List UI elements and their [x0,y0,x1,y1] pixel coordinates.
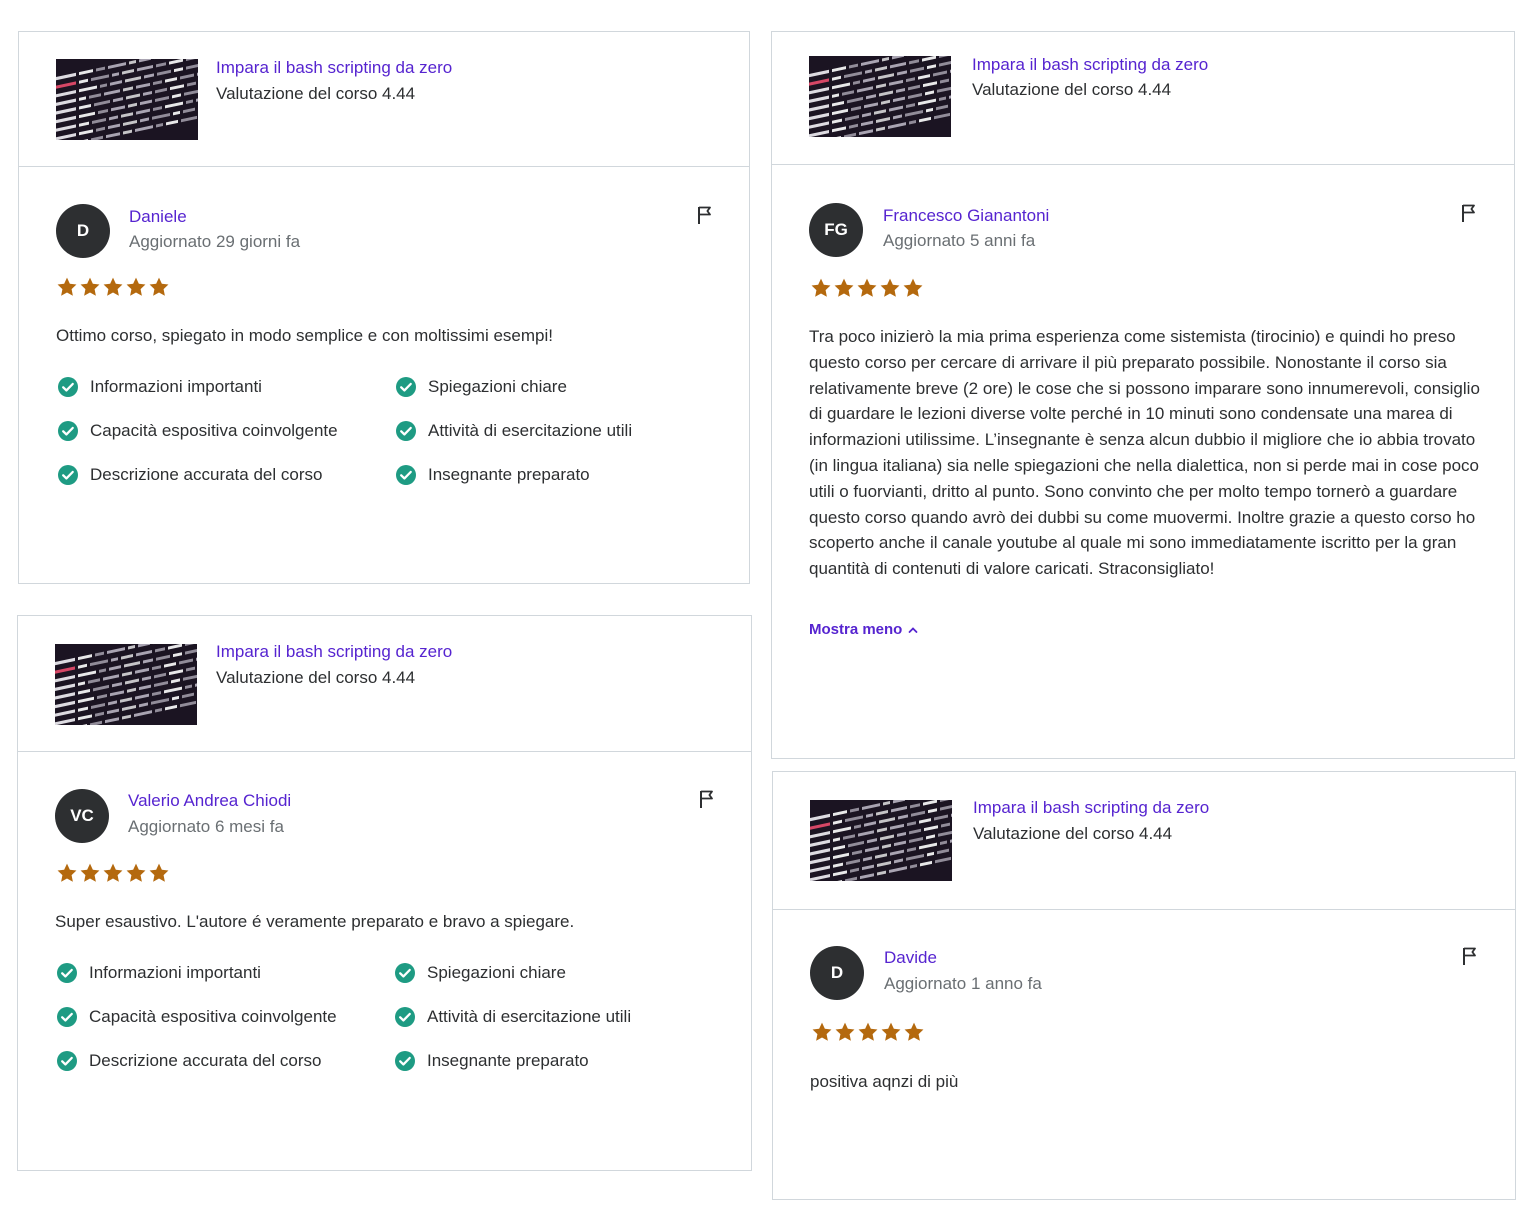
course-header: Impara il bash scripting da zero Valutaz… [772,32,1514,165]
review-tag: Capacità espositiva coinvolgente [55,1004,393,1030]
star-icon [880,278,900,297]
course-thumbnail[interactable] [809,56,951,137]
review-tag: Informazioni importanti [56,374,394,400]
reviewer-name: Davide [884,948,937,967]
review-tag: Spiegazioni chiare [394,374,694,400]
course-thumbnail[interactable] [55,644,197,725]
course-title-link[interactable]: Impara il bash scripting da zero [972,55,1208,75]
review-tag: Attività di esercitazione utili [394,418,694,444]
star-icon [811,278,831,297]
check-circle-icon [395,963,415,983]
star-icon [57,863,77,882]
reviewer-name: Daniele [129,207,187,226]
course-rating: Valutazione del corso 4.44 [972,80,1172,99]
review-text: positiva aqnzi di più [810,1072,959,1091]
check-circle-icon [395,1007,415,1027]
star-rating [56,276,170,298]
star-icon [835,1022,855,1041]
terminal-screenshot-image [810,800,952,881]
review-text: Super esaustivo. L'autore é veramente pr… [55,912,575,931]
flag-icon[interactable] [698,789,716,809]
star-icon [57,277,77,296]
review-tag: Spiegazioni chiare [393,960,693,986]
review-tag: Descrizione accurata del corso [56,462,394,488]
course-title-link[interactable]: Impara il bash scripting da zero [973,798,1209,818]
flag-icon[interactable] [696,205,714,225]
review-tag: Informazioni importanti [55,960,393,986]
avatar: D [810,946,864,1000]
show-less-button[interactable]: Mostra meno [809,621,918,638]
review-text: Ottimo corso, spiegato in modo semplice … [56,326,553,345]
star-icon [103,277,123,296]
course-title-link[interactable]: Impara il bash scripting da zero [216,58,452,78]
flag-icon[interactable] [1460,203,1478,223]
review-tag: Insegnante preparato [394,462,694,488]
reviewer-name: Francesco Gianantoni [883,206,1050,225]
course-thumbnail[interactable] [810,800,952,881]
avatar: FG [809,203,863,257]
star-icon [149,863,169,882]
review-tag: Insegnante preparato [393,1048,693,1074]
terminal-screenshot-image [56,59,198,140]
review-card: Impara il bash scripting da zero Valutaz… [18,31,750,584]
star-icon [80,277,100,296]
course-thumbnail[interactable] [56,59,198,140]
reviewer-name: Valerio Andrea Chiodi [128,791,292,810]
course-title-link[interactable]: Impara il bash scripting da zero [216,642,452,662]
star-icon [858,1022,878,1041]
star-icon [881,1022,901,1041]
avatar: D [56,204,110,258]
star-rating [56,862,170,884]
check-circle-icon [396,465,416,485]
course-rating: Valutazione del corso 4.44 [216,84,416,103]
check-circle-icon [58,377,78,397]
review-tag: Descrizione accurata del corso [55,1048,393,1074]
review-date: Aggiornato 29 giorni fa [129,232,301,251]
star-rating [811,1021,925,1043]
star-rating [810,277,924,299]
star-icon [812,1022,832,1041]
course-header: Impara il bash scripting da zero Valutaz… [19,32,749,167]
star-icon [834,278,854,297]
chevron-up-icon [908,621,918,638]
terminal-screenshot-image [809,56,951,137]
review-tags: Informazioni importanti Spiegazioni chia… [56,374,694,488]
review-tag: Attività di esercitazione utili [393,1004,693,1030]
avatar: VC [55,789,109,843]
star-icon [904,1022,924,1041]
review-date: Aggiornato 5 anni fa [883,231,1036,250]
review-tags: Informazioni importanti Spiegazioni chia… [55,960,693,1074]
course-rating: Valutazione del corso 4.44 [216,668,416,687]
star-icon [857,278,877,297]
review-card: Impara il bash scripting da zero Valutaz… [771,31,1515,759]
star-icon [126,277,146,296]
check-circle-icon [396,377,416,397]
review-card: Impara il bash scripting da zero Valutaz… [772,771,1516,1200]
review-date: Aggiornato 1 anno fa [884,974,1042,993]
check-circle-icon [58,421,78,441]
star-icon [103,863,123,882]
course-rating: Valutazione del corso 4.44 [973,824,1173,843]
check-circle-icon [58,465,78,485]
flag-icon[interactable] [1461,946,1479,966]
check-circle-icon [395,1051,415,1071]
star-icon [80,863,100,882]
terminal-screenshot-image [55,644,197,725]
course-header: Impara il bash scripting da zero Valutaz… [18,616,751,752]
check-circle-icon [396,421,416,441]
star-icon [149,277,169,296]
course-header: Impara il bash scripting da zero Valutaz… [773,772,1515,910]
review-tag: Capacità espositiva coinvolgente [56,418,394,444]
check-circle-icon [57,1051,77,1071]
review-text: Tra poco inizierò la mia prima esperienz… [809,327,1480,579]
check-circle-icon [57,1007,77,1027]
review-card: Impara il bash scripting da zero Valutaz… [17,615,752,1171]
star-icon [126,863,146,882]
check-circle-icon [57,963,77,983]
star-icon [903,278,923,297]
review-date: Aggiornato 6 mesi fa [128,817,284,836]
